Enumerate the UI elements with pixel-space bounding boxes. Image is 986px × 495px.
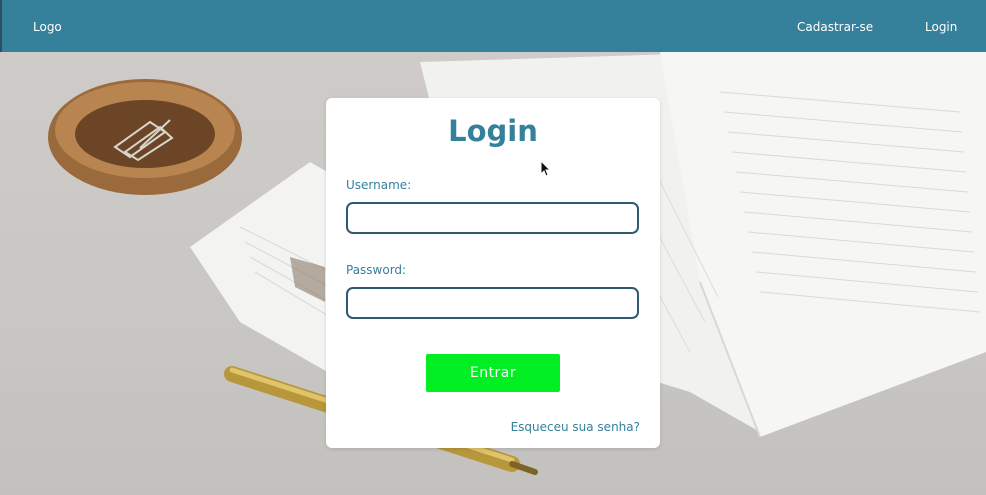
logo-link[interactable]: Logo (33, 20, 62, 34)
login-nav-link[interactable]: Login (925, 20, 957, 34)
login-title: Login (448, 114, 538, 148)
signup-link[interactable]: Cadastrar-se (797, 20, 873, 34)
submit-button[interactable]: Entrar (426, 354, 560, 392)
wooden-bowl-illustration (48, 79, 242, 195)
mouse-cursor-icon (540, 160, 552, 177)
top-navbar: Logo Cadastrar-se Login (0, 0, 986, 52)
login-card: Login Username: Password: Entrar Esquece… (326, 98, 660, 448)
password-input[interactable] (346, 287, 639, 319)
paper-sheet-illustration (190, 162, 345, 382)
username-input[interactable] (346, 202, 639, 234)
username-label: Username: (346, 178, 412, 192)
forgot-password-link[interactable]: Esqueceu sua senha? (511, 420, 640, 434)
password-label: Password: (346, 263, 407, 277)
